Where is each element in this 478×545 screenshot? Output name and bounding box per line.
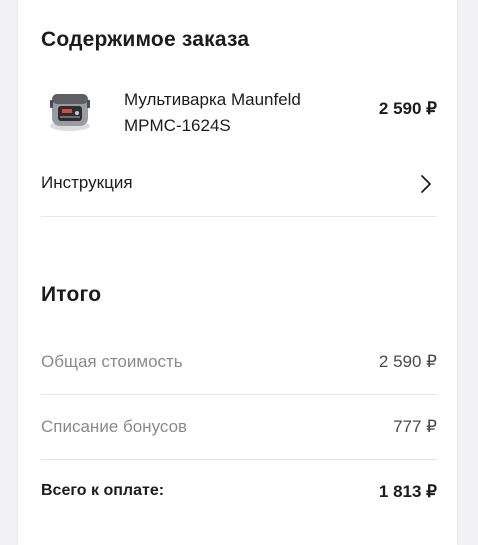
instruction-label: Инструкция: [41, 173, 133, 192]
subtotal-value: 2 590 ₽: [378, 352, 437, 371]
total-row-bonus: Списание бонусов 777 ₽: [41, 395, 437, 460]
total-row-payable: Всего к оплате: 1 813 ₽: [41, 460, 437, 524]
instruction-link[interactable]: Инструкция: [41, 160, 437, 217]
bonus-label: Списание бонусов: [41, 417, 188, 436]
payable-value: 1 813 ₽: [378, 482, 437, 501]
subtotal-label: Общая стоимость: [41, 352, 183, 371]
bonus-value: 777 ₽: [393, 417, 437, 436]
multicooker-icon[interactable]: [44, 84, 96, 136]
order-contents-title: Содержимое заказа: [41, 28, 250, 51]
payable-label: Всего к оплате:: [41, 482, 165, 499]
total-title: Итого: [41, 283, 102, 306]
chevron-right-icon: [419, 174, 433, 194]
total-row-subtotal: Общая стоимость 2 590 ₽: [41, 330, 437, 395]
product-name[interactable]: Мультиварка Maunfeld MPMC-1624S: [124, 87, 354, 139]
order-card: Содержимое заказа Мультиварка Maunfeld M…: [18, 0, 457, 545]
product-price: 2 590 ₽: [378, 99, 437, 118]
